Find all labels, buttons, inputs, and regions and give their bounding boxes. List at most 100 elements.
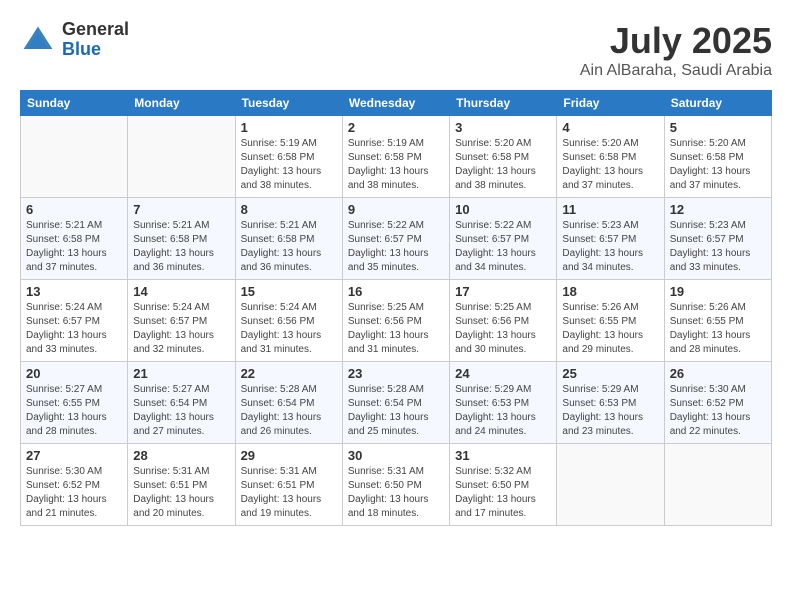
calendar-week-row: 6 Sunrise: 5:21 AMSunset: 6:58 PMDaylight… bbox=[21, 198, 772, 280]
calendar-cell: 6 Sunrise: 5:21 AMSunset: 6:58 PMDaylight… bbox=[21, 198, 128, 280]
day-number: 3 bbox=[455, 120, 551, 135]
day-info: Sunrise: 5:30 AMSunset: 6:52 PMDaylight:… bbox=[26, 465, 122, 521]
day-info: Sunrise: 5:24 AMSunset: 6:57 PMDaylight:… bbox=[133, 301, 229, 357]
calendar-cell: 2 Sunrise: 5:19 AMSunset: 6:58 PMDaylight… bbox=[342, 116, 449, 198]
calendar-cell: 28 Sunrise: 5:31 AMSunset: 6:51 PMDayligh… bbox=[128, 444, 235, 526]
day-number: 31 bbox=[455, 448, 551, 463]
calendar-cell bbox=[664, 444, 771, 526]
page-header: General Blue July 2025 Ain AlBaraha, Sau… bbox=[20, 20, 772, 80]
calendar-cell: 19 Sunrise: 5:26 AMSunset: 6:55 PMDayligh… bbox=[664, 280, 771, 362]
day-info: Sunrise: 5:28 AMSunset: 6:54 PMDaylight:… bbox=[348, 383, 444, 439]
day-info: Sunrise: 5:23 AMSunset: 6:57 PMDaylight:… bbox=[670, 219, 766, 275]
day-number: 14 bbox=[133, 284, 229, 299]
calendar-week-row: 20 Sunrise: 5:27 AMSunset: 6:55 PMDayligh… bbox=[21, 362, 772, 444]
day-number: 12 bbox=[670, 202, 766, 217]
calendar-cell: 16 Sunrise: 5:25 AMSunset: 6:56 PMDayligh… bbox=[342, 280, 449, 362]
calendar-cell: 25 Sunrise: 5:29 AMSunset: 6:53 PMDayligh… bbox=[557, 362, 664, 444]
day-number: 7 bbox=[133, 202, 229, 217]
day-info: Sunrise: 5:23 AMSunset: 6:57 PMDaylight:… bbox=[562, 219, 658, 275]
calendar-cell: 29 Sunrise: 5:31 AMSunset: 6:51 PMDayligh… bbox=[235, 444, 342, 526]
day-number: 17 bbox=[455, 284, 551, 299]
day-number: 5 bbox=[670, 120, 766, 135]
calendar-cell: 5 Sunrise: 5:20 AMSunset: 6:58 PMDaylight… bbox=[664, 116, 771, 198]
calendar-cell: 7Sunrise: 5:21 AMSunset: 6:58 PMDaylight… bbox=[128, 198, 235, 280]
day-number: 22 bbox=[241, 366, 337, 381]
day-number: 23 bbox=[348, 366, 444, 381]
logo-blue: Blue bbox=[62, 40, 129, 60]
calendar-cell: 15 Sunrise: 5:24 AMSunset: 6:56 PMDayligh… bbox=[235, 280, 342, 362]
calendar-cell bbox=[557, 444, 664, 526]
calendar-cell: 13Sunrise: 5:24 AMSunset: 6:57 PMDayligh… bbox=[21, 280, 128, 362]
day-info: Sunrise: 5:25 AMSunset: 6:56 PMDaylight:… bbox=[348, 301, 444, 357]
weekday-header: Thursday bbox=[450, 91, 557, 116]
day-info: Sunrise: 5:22 AMSunset: 6:57 PMDaylight:… bbox=[348, 219, 444, 275]
calendar-cell: 27 Sunrise: 5:30 AMSunset: 6:52 PMDayligh… bbox=[21, 444, 128, 526]
calendar-week-row: 1 Sunrise: 5:19 AMSunset: 6:58 PMDaylight… bbox=[21, 116, 772, 198]
calendar-cell: 3Sunrise: 5:20 AMSunset: 6:58 PMDaylight… bbox=[450, 116, 557, 198]
day-info: Sunrise: 5:19 AMSunset: 6:58 PMDaylight:… bbox=[241, 137, 337, 193]
logo: General Blue bbox=[20, 20, 129, 60]
calendar-cell: 26Sunrise: 5:30 AMSunset: 6:52 PMDayligh… bbox=[664, 362, 771, 444]
calendar-table: SundayMondayTuesdayWednesdayThursdayFrid… bbox=[20, 90, 772, 526]
calendar-cell: 31 Sunrise: 5:32 AMSunset: 6:50 PMDayligh… bbox=[450, 444, 557, 526]
day-number: 6 bbox=[26, 202, 122, 217]
day-info: Sunrise: 5:31 AMSunset: 6:51 PMDaylight:… bbox=[241, 465, 337, 521]
day-info: Sunrise: 5:26 AMSunset: 6:55 PMDaylight:… bbox=[562, 301, 658, 357]
calendar-week-row: 13 Sunrise: 5:24 AMSunset: 6:57 PMDayligh… bbox=[21, 280, 772, 362]
day-info: Sunrise: 5:28 AMSunset: 6:54 PMDaylight:… bbox=[241, 383, 337, 439]
weekday-header: Friday bbox=[557, 91, 664, 116]
day-number: 1 bbox=[241, 120, 337, 135]
logo-general: General bbox=[62, 20, 129, 40]
calendar-cell bbox=[21, 116, 128, 198]
day-info: Sunrise: 5:31 AMSunset: 6:51 PMDaylight:… bbox=[133, 465, 229, 521]
day-number: 13 bbox=[26, 284, 122, 299]
calendar-cell: 12 Sunrise: 5:23 AMSunset: 6:57 PMDayligh… bbox=[664, 198, 771, 280]
day-number: 28 bbox=[133, 448, 229, 463]
day-info: Sunrise: 5:27 AMSunset: 6:54 PMDaylight:… bbox=[133, 383, 229, 439]
day-info: Sunrise: 5:20 AMSunset: 6:58 PMDaylight:… bbox=[562, 137, 658, 193]
day-info: Sunrise: 5:21 AMSunset: 6:58 PMDaylight:… bbox=[241, 219, 337, 275]
day-number: 30 bbox=[348, 448, 444, 463]
weekday-header: Saturday bbox=[664, 91, 771, 116]
logo-icon bbox=[20, 22, 56, 58]
day-info: Sunrise: 5:19 AMSunset: 6:58 PMDaylight:… bbox=[348, 137, 444, 193]
calendar-cell: 21 Sunrise: 5:27 AMSunset: 6:54 PMDayligh… bbox=[128, 362, 235, 444]
day-number: 8 bbox=[241, 202, 337, 217]
day-number: 16 bbox=[348, 284, 444, 299]
day-number: 29 bbox=[241, 448, 337, 463]
day-number: 27 bbox=[26, 448, 122, 463]
location-title: Ain AlBaraha, Saudi Arabia bbox=[580, 62, 772, 80]
weekday-header: Sunday bbox=[21, 91, 128, 116]
calendar-cell: 11Sunrise: 5:23 AMSunset: 6:57 PMDayligh… bbox=[557, 198, 664, 280]
calendar-cell: 23 Sunrise: 5:28 AMSunset: 6:54 PMDayligh… bbox=[342, 362, 449, 444]
day-number: 9 bbox=[348, 202, 444, 217]
day-info: Sunrise: 5:26 AMSunset: 6:55 PMDaylight:… bbox=[670, 301, 766, 357]
calendar-cell: 30 Sunrise: 5:31 AMSunset: 6:50 PMDayligh… bbox=[342, 444, 449, 526]
day-info: Sunrise: 5:21 AMSunset: 6:58 PMDaylight:… bbox=[26, 219, 122, 275]
day-info: Sunrise: 5:22 AMSunset: 6:57 PMDaylight:… bbox=[455, 219, 551, 275]
day-number: 10 bbox=[455, 202, 551, 217]
calendar-cell: 8 Sunrise: 5:21 AMSunset: 6:58 PMDaylight… bbox=[235, 198, 342, 280]
calendar-cell: 18Sunrise: 5:26 AMSunset: 6:55 PMDayligh… bbox=[557, 280, 664, 362]
calendar-cell: 24Sunrise: 5:29 AMSunset: 6:53 PMDayligh… bbox=[450, 362, 557, 444]
day-info: Sunrise: 5:32 AMSunset: 6:50 PMDaylight:… bbox=[455, 465, 551, 521]
day-number: 20 bbox=[26, 366, 122, 381]
day-number: 2 bbox=[348, 120, 444, 135]
weekday-header: Wednesday bbox=[342, 91, 449, 116]
day-info: Sunrise: 5:29 AMSunset: 6:53 PMDaylight:… bbox=[562, 383, 658, 439]
day-info: Sunrise: 5:24 AMSunset: 6:56 PMDaylight:… bbox=[241, 301, 337, 357]
day-number: 15 bbox=[241, 284, 337, 299]
day-info: Sunrise: 5:20 AMSunset: 6:58 PMDaylight:… bbox=[670, 137, 766, 193]
day-number: 21 bbox=[133, 366, 229, 381]
day-number: 25 bbox=[562, 366, 658, 381]
calendar-cell: 4 Sunrise: 5:20 AMSunset: 6:58 PMDaylight… bbox=[557, 116, 664, 198]
day-number: 19 bbox=[670, 284, 766, 299]
calendar-cell: 1 Sunrise: 5:19 AMSunset: 6:58 PMDaylight… bbox=[235, 116, 342, 198]
day-number: 4 bbox=[562, 120, 658, 135]
calendar-cell bbox=[128, 116, 235, 198]
day-number: 26 bbox=[670, 366, 766, 381]
day-info: Sunrise: 5:31 AMSunset: 6:50 PMDaylight:… bbox=[348, 465, 444, 521]
calendar-cell: 20 Sunrise: 5:27 AMSunset: 6:55 PMDayligh… bbox=[21, 362, 128, 444]
weekday-header-row: SundayMondayTuesdayWednesdayThursdayFrid… bbox=[21, 91, 772, 116]
day-info: Sunrise: 5:27 AMSunset: 6:55 PMDaylight:… bbox=[26, 383, 122, 439]
